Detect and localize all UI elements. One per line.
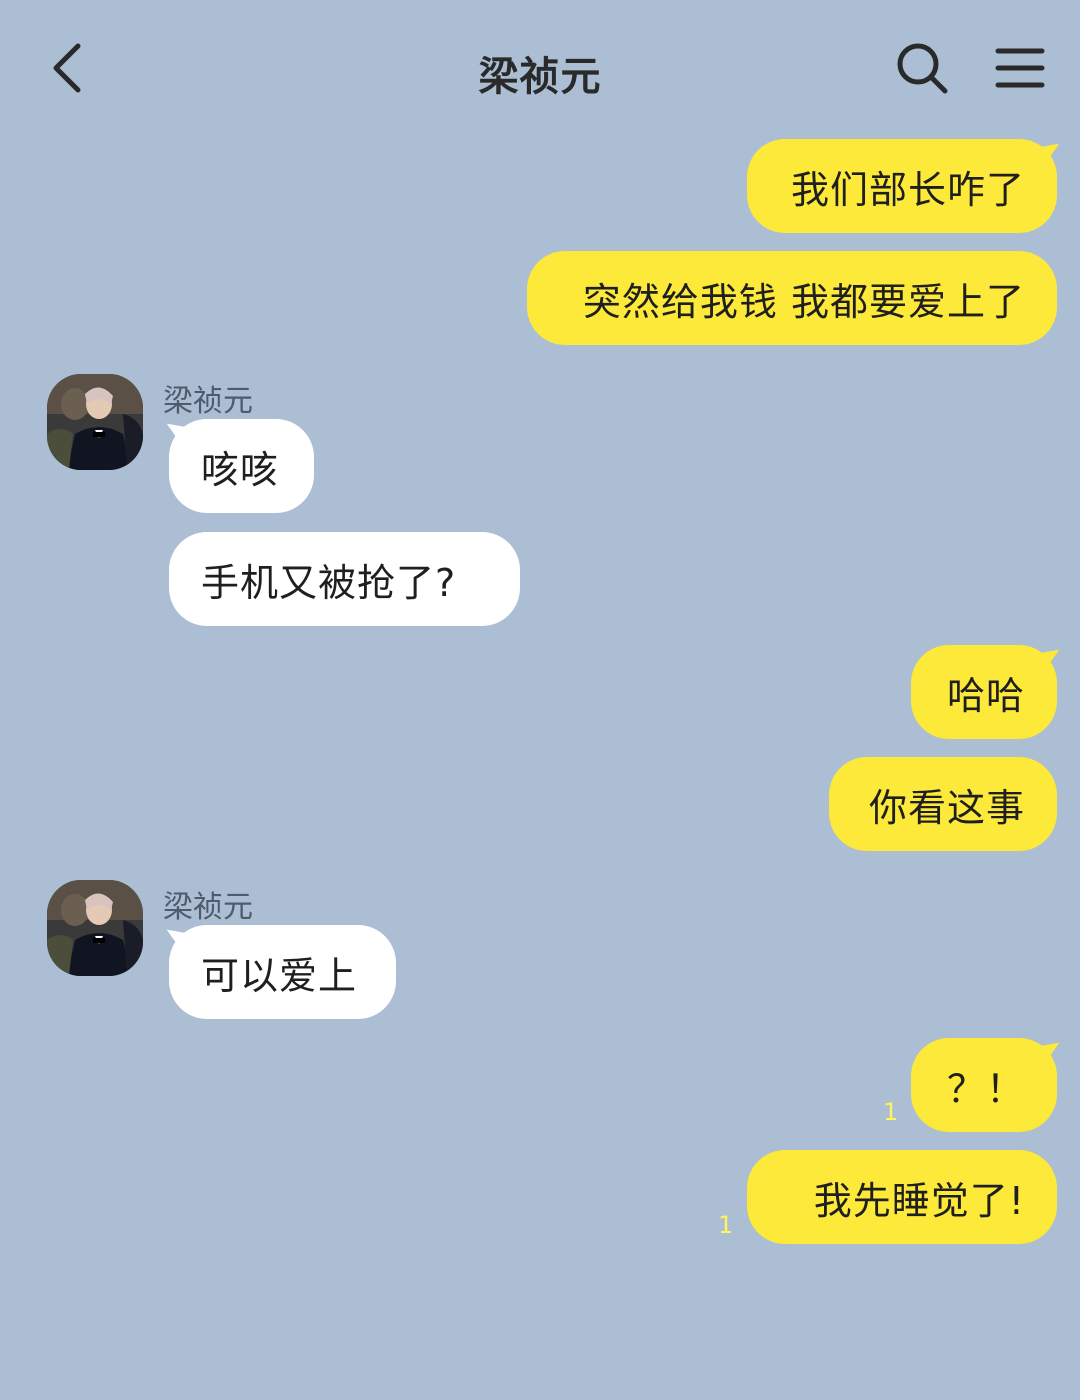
message-bubble-mine[interactable]: 哈哈	[911, 645, 1063, 739]
message-bubble-mine[interactable]: ？！	[911, 1038, 1063, 1132]
message-text: 咳咳	[201, 447, 280, 492]
search-icon	[893, 39, 951, 101]
menu-button[interactable]	[990, 40, 1050, 100]
message-text: ？！	[946, 1066, 1025, 1111]
message-bubble-mine[interactable]: 我们部长咋了	[747, 139, 1063, 233]
message-bubble-theirs[interactable]: 咳咳	[163, 419, 314, 513]
message-text: 可以爱上	[201, 953, 358, 998]
message-bubble-mine[interactable]: 突然给我钱 我都要爱上了	[527, 251, 1057, 345]
avatar-photo-icon	[47, 374, 143, 470]
sender-name: 梁祯元	[163, 890, 253, 925]
message-bubble-theirs[interactable]: 手机又被抢了?	[169, 532, 520, 626]
message-text: 你看这事	[868, 785, 1025, 830]
message-text: 我们部长咋了	[790, 167, 1025, 212]
search-button[interactable]	[890, 40, 954, 100]
avatar-photo-icon	[47, 880, 143, 976]
chat-screen: 梁祯元 我们部长咋了 突然给我钱 我都要爱上了 梁祯元 咳咳 手机又被抢了? 哈…	[0, 0, 1080, 1400]
message-text: 哈哈	[946, 673, 1025, 718]
unread-count: 1	[718, 1211, 734, 1239]
message-bubble-mine[interactable]: 你看这事	[829, 757, 1057, 851]
hamburger-menu-icon	[995, 46, 1045, 94]
message-text: 突然给我钱 我都要爱上了	[582, 279, 1025, 324]
contact-avatar[interactable]	[47, 880, 143, 976]
message-text: 我先睡觉了!	[813, 1178, 1025, 1223]
message-text: 手机又被抢了?	[201, 560, 457, 605]
unread-count: 1	[883, 1098, 899, 1126]
contact-avatar[interactable]	[47, 374, 143, 470]
message-bubble-theirs[interactable]: 可以爱上	[163, 925, 396, 1019]
message-bubble-mine[interactable]: 我先睡觉了!	[747, 1150, 1057, 1244]
sender-name: 梁祯元	[163, 384, 253, 419]
